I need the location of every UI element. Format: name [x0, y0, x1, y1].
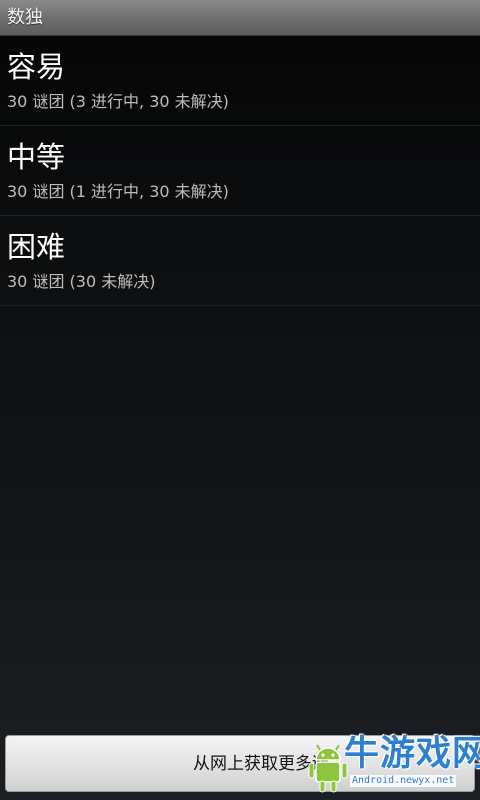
list-item-easy[interactable]: 容易 30 谜团 (3 进行中, 30 未解决) — [0, 36, 480, 126]
list-item-summary: 30 谜团 (30 未解决) — [7, 272, 156, 291]
difficulty-list: 容易 30 谜团 (3 进行中, 30 未解决) 中等 30 谜团 (1 进行中… — [0, 36, 480, 306]
app-title: 数独 — [7, 7, 43, 28]
list-item-title: 中等 — [7, 140, 66, 174]
list-item-medium[interactable]: 中等 30 谜团 (1 进行中, 30 未解决) — [0, 126, 480, 216]
watermark-logo: 牛游戏网 Android.newyx.net — [300, 730, 480, 798]
list-item-summary: 30 谜团 (3 进行中, 30 未解决) — [7, 92, 229, 111]
watermark-url: Android.newyx.net — [350, 775, 457, 787]
list-item-title: 困难 — [7, 230, 66, 264]
watermark-brand: 牛游戏网 — [344, 734, 480, 774]
screen: 数独 容易 30 谜团 (3 进行中, 30 未解决) 中等 30 谜团 (1 … — [0, 0, 480, 800]
list-item-title: 容易 — [7, 50, 66, 84]
list-item-hard[interactable]: 困难 30 谜团 (30 未解决) — [0, 216, 480, 306]
list-item-summary: 30 谜团 (1 进行中, 30 未解决) — [7, 182, 229, 201]
android-robot-icon — [308, 744, 348, 793]
title-bar: 数独 — [0, 0, 480, 36]
